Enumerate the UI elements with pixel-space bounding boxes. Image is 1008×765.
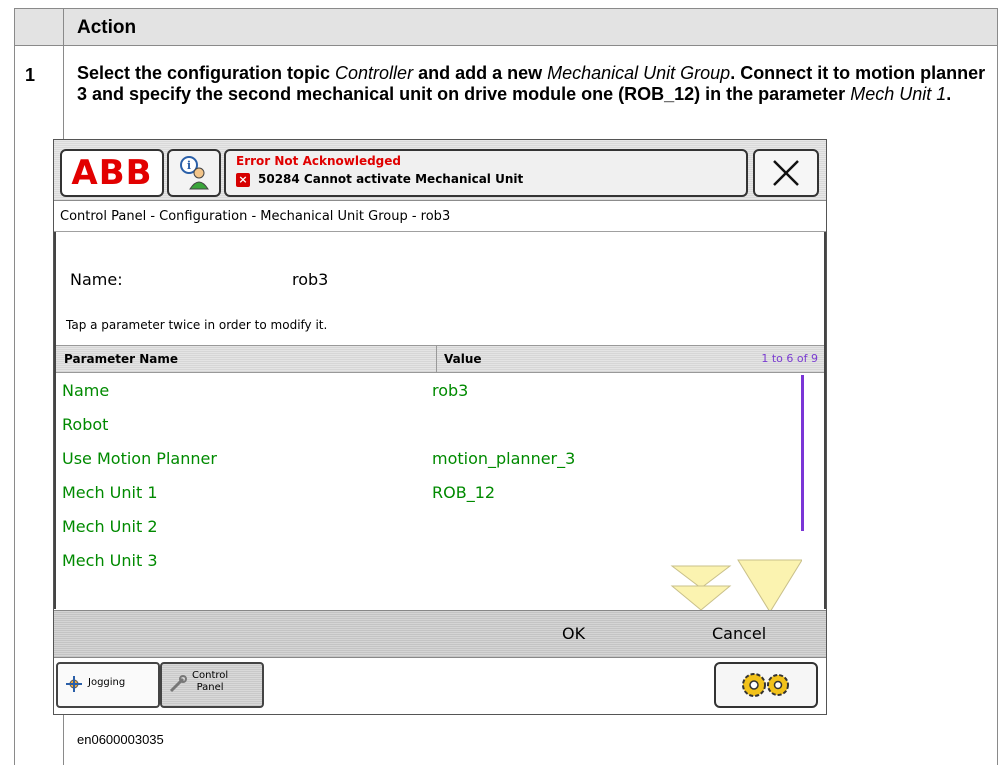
ok-button[interactable]: OK — [562, 624, 585, 643]
scrollbar[interactable] — [801, 375, 804, 531]
parameter-row[interactable]: Name rob3 — [56, 373, 824, 407]
parameter-name: Mech Unit 3 — [62, 551, 158, 570]
jogging-icon — [66, 676, 82, 692]
name-value: rob3 — [292, 270, 329, 289]
task-jogging[interactable]: Jogging — [56, 662, 160, 708]
abb-logo: ABB — [71, 153, 153, 193]
breadcrumb: Control Panel - Configuration - Mechanic… — [54, 201, 826, 232]
parameter-row[interactable]: Mech Unit 1 ROB_12 — [56, 475, 824, 509]
user-info-icon: i — [180, 156, 209, 190]
parameter-name: Mech Unit 1 — [62, 483, 158, 502]
row-range-indicator: 1 to 6 of 9 — [761, 352, 818, 365]
task-control-panel-label: Control Panel — [192, 670, 229, 693]
parameter-list: Name rob3 Robot Use Motion Planner motio… — [56, 373, 824, 577]
parameter-value: ROB_12 — [432, 483, 496, 502]
parameter-row[interactable]: Mech Unit 2 — [56, 509, 824, 543]
parameter-table-header: Parameter Name Value 1 to 6 of 9 — [56, 345, 824, 373]
svg-text:i: i — [187, 159, 191, 172]
name-label: Name: — [70, 270, 123, 289]
table-header-row — [15, 9, 997, 46]
figure-caption: en0600003035 — [77, 732, 164, 747]
column-value: Value — [444, 352, 482, 366]
close-button[interactable] — [753, 149, 819, 197]
taskbar: Jogging Control Panel — [54, 657, 826, 714]
top-bar: ABB i Error Not Acknowledged × 50284 Can… — [54, 140, 826, 201]
user-info-button[interactable]: i — [167, 149, 221, 197]
scroll-down-icon[interactable] — [670, 558, 802, 614]
action-header: Action — [77, 17, 137, 38]
task-jogging-label: Jogging — [88, 677, 126, 688]
flexpendant-screenshot: ABB i Error Not Acknowledged × 50284 Can… — [53, 139, 827, 715]
parameter-name: Use Motion Planner — [62, 449, 217, 468]
parameter-name: Mech Unit 2 — [62, 517, 158, 536]
step-instruction: Select the configuration topic Controlle… — [77, 63, 986, 104]
parameter-name: Name — [62, 381, 110, 400]
parameter-value: motion_planner_3 — [432, 449, 576, 468]
task-control-panel[interactable]: Control Panel — [160, 662, 264, 708]
error-icon: × — [236, 173, 250, 187]
close-icon — [773, 160, 799, 186]
column-parameter-name: Parameter Name — [64, 352, 178, 366]
event-status-bar[interactable]: Error Not Acknowledged × 50284 Cannot ac… — [224, 149, 748, 197]
command-bar: OK Cancel — [54, 610, 826, 657]
parameter-row[interactable]: Robot — [56, 407, 824, 441]
quickset-button[interactable] — [714, 662, 818, 708]
cancel-button[interactable]: Cancel — [712, 624, 766, 643]
parameter-value: rob3 — [432, 381, 469, 400]
status-title: Error Not Acknowledged — [236, 154, 401, 168]
hint-text: Tap a parameter twice in order to modify… — [66, 318, 328, 332]
control-panel-icon — [169, 675, 187, 693]
config-content: Name: rob3 Tap a parameter twice in orde… — [54, 232, 826, 613]
parameter-name: Robot — [62, 415, 109, 434]
quickset-gears-icon — [742, 673, 789, 697]
abb-menu-button[interactable]: ABB — [60, 149, 164, 197]
status-message: 50284 Cannot activate Mechanical Unit — [258, 172, 524, 186]
parameter-row[interactable]: Use Motion Planner motion_planner_3 — [56, 441, 824, 475]
column-divider — [436, 346, 437, 372]
step-number: 1 — [25, 65, 36, 85]
